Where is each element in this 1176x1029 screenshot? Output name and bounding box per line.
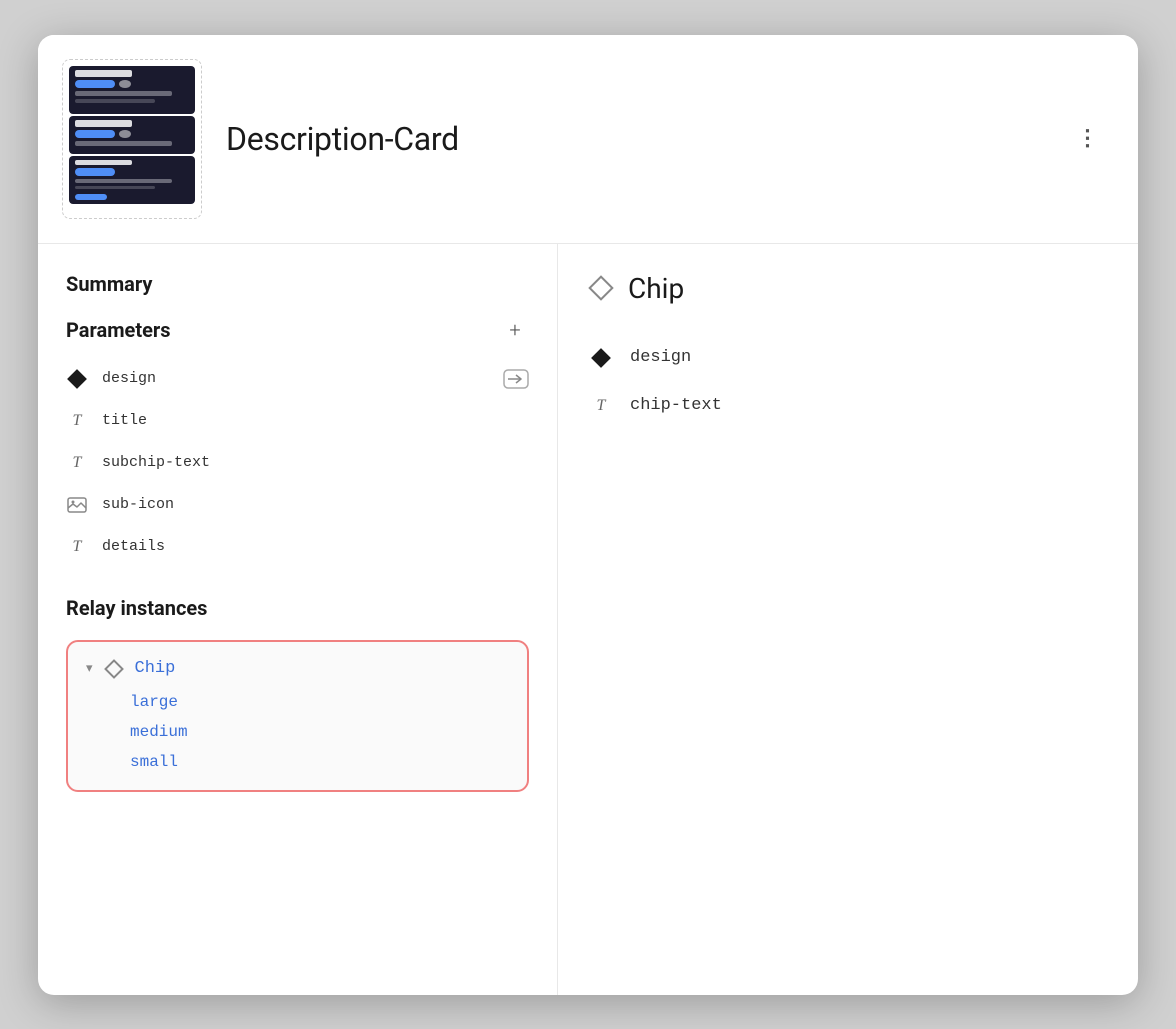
right-panel: Chip design T chip-text [558, 244, 1138, 995]
add-parameter-button[interactable]: + [501, 316, 529, 344]
relay-small-item[interactable]: small [130, 750, 509, 774]
param-design: design [66, 358, 529, 400]
main-content: Summary Parameters + design [38, 244, 1138, 995]
main-window: Description-Card ⋮ Summary Parameters + … [38, 35, 1138, 995]
chip-header: Chip [590, 272, 1106, 305]
more-options-button[interactable]: ⋮ [1070, 121, 1106, 157]
header: Description-Card ⋮ [38, 35, 1138, 244]
parameter-list: design T title [66, 358, 529, 568]
diamond-filled-icon [66, 368, 88, 390]
image-icon [66, 494, 88, 516]
right-param-design-label: design [630, 348, 691, 367]
right-type-t-icon: T [590, 395, 612, 417]
relay-large-item[interactable]: large [130, 690, 509, 714]
page-title: Description-Card [226, 120, 1046, 158]
chip-diamond-outline-icon [590, 277, 612, 299]
param-sub-icon-label: sub-icon [102, 496, 174, 513]
right-diamond-filled-icon [590, 347, 612, 369]
type-t-icon-3: T [66, 536, 88, 558]
param-title: T title [66, 400, 529, 442]
param-title-label: title [102, 412, 147, 429]
param-subchip-text: T subchip-text [66, 442, 529, 484]
type-t-icon-2: T [66, 452, 88, 474]
relay-instances-section: Relay instances ▾ Chip large medium smal… [66, 596, 529, 792]
relay-sub-list: large medium small [86, 690, 509, 774]
relay-medium-item[interactable]: medium [130, 720, 509, 744]
relay-box: ▾ Chip large medium small [66, 640, 529, 792]
relay-instances-heading: Relay instances [66, 596, 529, 620]
chip-title: Chip [628, 272, 684, 305]
param-design-label: design [102, 370, 156, 387]
right-param-chip-text: T chip-text [590, 385, 1106, 427]
chevron-down-icon: ▾ [86, 661, 93, 676]
thumbnail-preview [62, 59, 202, 219]
summary-heading: Summary [66, 272, 529, 296]
right-param-chip-text-label: chip-text [630, 396, 722, 415]
relay-chip-label: Chip [135, 659, 176, 678]
param-details-label: details [102, 538, 165, 555]
arrow-right-icon [503, 369, 529, 389]
left-panel: Summary Parameters + design [38, 244, 558, 995]
parameters-header: Parameters + [66, 316, 529, 344]
parameters-heading: Parameters [66, 318, 170, 342]
param-sub-icon: sub-icon [66, 484, 529, 526]
right-parameter-list: design T chip-text [590, 337, 1106, 427]
param-design-arrow[interactable] [503, 369, 529, 389]
diamond-outline-icon [103, 658, 125, 680]
relay-chip-item[interactable]: ▾ Chip [86, 658, 509, 680]
param-subchip-label: subchip-text [102, 454, 210, 471]
type-t-icon: T [66, 410, 88, 432]
right-param-design: design [590, 337, 1106, 379]
param-details: T details [66, 526, 529, 568]
